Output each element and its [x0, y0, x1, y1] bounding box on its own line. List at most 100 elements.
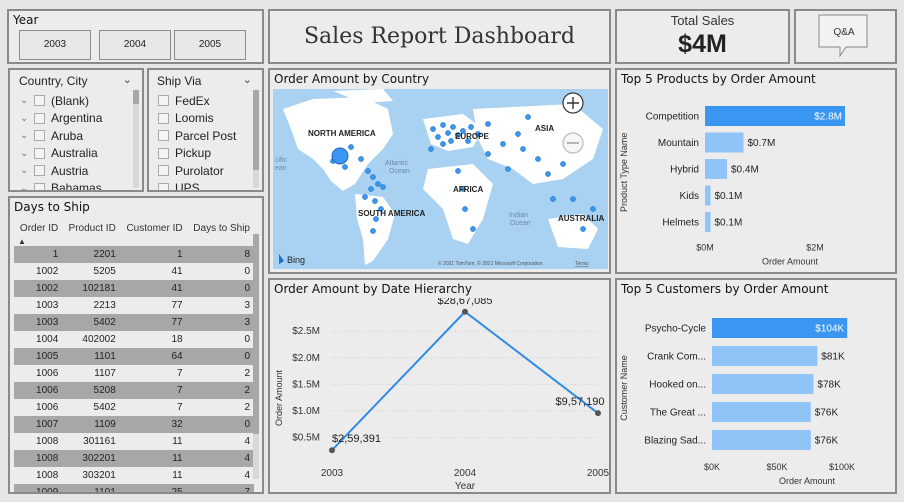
zoom-out-button[interactable] — [562, 132, 584, 154]
map-point — [505, 166, 511, 172]
bar[interactable] — [712, 374, 814, 394]
column-header-product-id[interactable]: Product ID — [62, 218, 120, 238]
table-cell: 1003 — [14, 297, 63, 314]
year-option-2003[interactable]: 2003 — [19, 30, 91, 60]
data-label: $2.8M — [814, 112, 842, 123]
column-header-customer-id[interactable]: Customer ID — [120, 218, 187, 238]
shipvia-scrollbar[interactable] — [253, 90, 259, 188]
table-row[interactable]: 1008 303201 11 4 — [14, 467, 254, 484]
table-row[interactable]: 1 2201 1 8 — [14, 246, 254, 263]
title-panel: Sales Report Dashboard — [268, 9, 611, 64]
table-row[interactable]: 1004 402002 18 0 — [14, 331, 254, 348]
table-row[interactable]: 1002 5205 41 0 — [14, 263, 254, 280]
checkbox[interactable] — [158, 165, 169, 177]
year-option-2005[interactable]: 2005 — [174, 30, 246, 60]
data-point[interactable] — [462, 308, 468, 315]
svg-text:ean: ean — [275, 165, 287, 172]
checkbox[interactable] — [34, 147, 45, 159]
checkbox[interactable] — [158, 147, 169, 159]
top-customers-chart: Top 5 Customers by Order Amount Customer… — [615, 278, 897, 494]
country-item[interactable]: ⌄ (Blank) — [20, 92, 138, 110]
sort-ascending-icon[interactable]: ▲ — [14, 238, 62, 246]
table-cell: 7 — [119, 399, 187, 416]
world-map[interactable]: NORTH AMERICA EUROPE ASIA AFRICA SOUTH A… — [273, 89, 608, 269]
shipvia-dropdown-chevron-icon[interactable]: ⌄ — [243, 73, 252, 86]
category-label: Blazing Sad... — [644, 436, 706, 447]
checkbox[interactable] — [158, 112, 169, 124]
expand-chevron-icon[interactable]: ⌄ — [20, 130, 34, 141]
country-item[interactable]: ⌄ Argentina — [20, 110, 138, 128]
bar[interactable] — [705, 132, 744, 153]
column-header-order-id[interactable]: Order ID — [14, 218, 62, 238]
expand-chevron-icon[interactable]: ⌄ — [20, 95, 34, 106]
table-scrollbar[interactable] — [253, 234, 259, 479]
checkbox[interactable] — [34, 182, 45, 190]
checkbox[interactable] — [34, 112, 45, 124]
checkbox[interactable] — [34, 95, 45, 107]
table-cell: 1109 — [62, 416, 120, 433]
table-row[interactable]: 1007 1109 32 0 — [14, 416, 254, 433]
country-item[interactable]: ⌄ Aruba — [20, 127, 138, 145]
table-cell: 1002 — [14, 263, 63, 280]
table-row[interactable]: 1006 5208 7 2 — [14, 382, 254, 399]
bar[interactable] — [712, 346, 818, 366]
year-option-2004[interactable]: 2004 — [99, 30, 171, 60]
expand-chevron-icon[interactable]: ⌄ — [20, 148, 34, 159]
table-row[interactable]: 1008 301161 11 4 — [14, 433, 254, 450]
expand-chevron-icon[interactable]: ⌄ — [20, 183, 34, 190]
qa-panel[interactable]: Q&A — [794, 9, 897, 64]
zoom-in-button[interactable] — [562, 92, 584, 114]
table-row[interactable]: 1003 2213 77 3 — [14, 297, 254, 314]
expand-chevron-icon[interactable]: ⌄ — [20, 113, 34, 124]
table-row[interactable]: 1009 1101 25 7 — [14, 484, 254, 492]
shipvia-item[interactable]: Loomis — [158, 110, 256, 128]
table-row[interactable]: 1005 1101 64 0 — [14, 348, 254, 365]
expand-chevron-icon[interactable]: ⌄ — [20, 165, 34, 176]
bar[interactable] — [712, 430, 811, 450]
table-cell: 1006 — [14, 399, 63, 416]
total-sales-value: $4M — [678, 30, 727, 58]
checkbox[interactable] — [158, 95, 169, 107]
checkbox[interactable] — [158, 130, 169, 142]
checkbox[interactable] — [34, 165, 45, 177]
country-dropdown-chevron-icon[interactable]: ⌄ — [123, 73, 132, 86]
table-row[interactable]: 1002 102181 41 0 — [14, 280, 254, 297]
country-item[interactable]: ⌄ Austria — [20, 162, 138, 180]
data-point[interactable] — [595, 410, 601, 417]
bar[interactable] — [705, 185, 711, 206]
bar[interactable] — [712, 402, 811, 422]
column-header-days[interactable]: Days to Ship — [187, 218, 254, 238]
customers-bar-chart: Customer Name Psycho-Cycle $104K Crank Com.… — [619, 318, 855, 486]
data-label: $28,67,085 — [437, 298, 492, 307]
category-label: Hybrid — [670, 165, 699, 176]
x-axis-label: Order Amount — [779, 476, 836, 486]
checkbox[interactable] — [158, 182, 169, 190]
map-label-na: NORTH AMERICA — [308, 129, 376, 138]
table-row[interactable]: 1006 1107 7 2 — [14, 365, 254, 382]
shipvia-item[interactable]: Purolator — [158, 162, 256, 180]
map-point — [462, 206, 468, 212]
checkbox[interactable] — [34, 130, 45, 142]
y-tick-label: $0.5M — [292, 432, 320, 443]
country-scrollbar[interactable] — [133, 90, 139, 188]
shipvia-item[interactable]: FedEx — [158, 92, 256, 110]
bar[interactable] — [705, 159, 727, 179]
customers-chart-title: Top 5 Customers by Order Amount — [621, 282, 829, 296]
shipvia-item[interactable]: Parcel Post — [158, 127, 256, 145]
qa-label[interactable]: Q&A — [819, 27, 869, 38]
data-point[interactable] — [329, 447, 335, 454]
map-terms-link[interactable]: Terms — [575, 261, 589, 267]
country-item[interactable]: ⌄ Bahamas — [20, 180, 138, 190]
table-cell: 2 — [186, 399, 254, 416]
shipvia-item[interactable]: Pickup — [158, 145, 256, 163]
map-label-europe: EUROPE — [455, 132, 489, 141]
shipvia-item[interactable]: UPS — [158, 180, 256, 190]
country-item[interactable]: ⌄ Australia — [20, 145, 138, 163]
map-point — [362, 194, 368, 200]
category-label: Helmets — [662, 218, 699, 229]
shipvia-list: FedEx Loomis Parcel Post Pickup Purolato… — [158, 92, 256, 190]
table-row[interactable]: 1003 5402 77 3 — [14, 314, 254, 331]
table-row[interactable]: 1008 302201 11 4 — [14, 450, 254, 467]
table-row[interactable]: 1006 5402 7 2 — [14, 399, 254, 416]
bar[interactable] — [705, 212, 711, 232]
